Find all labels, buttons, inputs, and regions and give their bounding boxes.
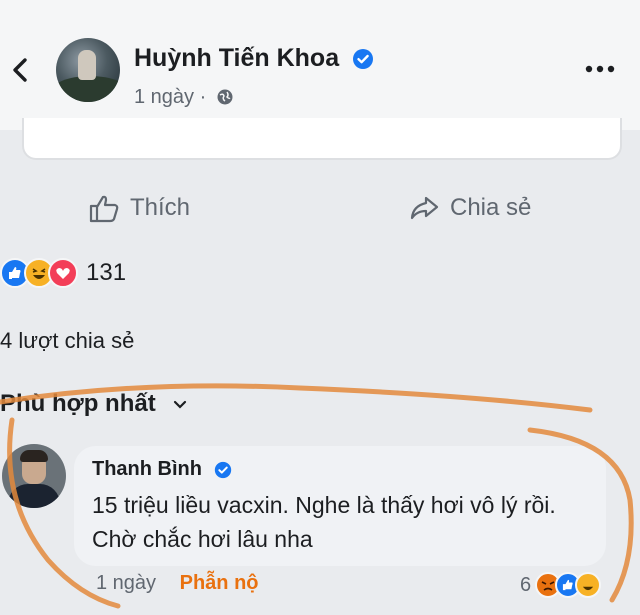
comment-meta: 1 ngày Phẫn nộ — [96, 572, 259, 595]
share-label[interactable]: Chia sẻ — [450, 194, 531, 222]
post-actions: Thích Chia sẻ — [0, 180, 640, 236]
post-reactions[interactable]: 131 — [0, 256, 126, 290]
comment-reaction-count: 6 — [520, 573, 532, 596]
globe-icon — [217, 89, 233, 105]
more-options-icon[interactable] — [585, 64, 615, 74]
back-arrow-icon[interactable] — [8, 56, 32, 84]
like-label[interactable]: Thích — [130, 194, 190, 222]
commenter[interactable]: Thanh Bình — [92, 458, 232, 481]
commenter-name[interactable]: Thanh Bình — [92, 458, 202, 480]
post-author[interactable]: Huỳnh Tiến Khoa — [134, 44, 374, 73]
post-content-card — [22, 118, 622, 160]
share-count[interactable]: 4 lượt chia sẻ — [0, 328, 134, 354]
love-reaction-icon — [48, 258, 78, 288]
comment-reaction-button[interactable]: Phẫn nộ — [180, 572, 259, 594]
haha-reaction-icon — [575, 572, 602, 598]
comment-time[interactable]: 1 ngày — [96, 572, 156, 594]
post-timestamp[interactable]: 1 ngày · — [134, 86, 234, 109]
verified-badge-icon — [214, 461, 231, 478]
comment-bubble: Thanh Bình 15 triệu liều vacxin. Nghe là… — [74, 446, 606, 566]
comment-sort-selector[interactable]: Phù hợp nhất — [0, 390, 188, 418]
share-button[interactable]: Chia sẻ — [408, 180, 531, 236]
post-header: Huỳnh Tiến Khoa 1 ngày · — [0, 0, 640, 130]
thumbs-up-icon — [89, 195, 119, 223]
like-button[interactable]: Thích — [88, 180, 190, 236]
share-arrow-icon — [410, 196, 439, 220]
chevron-down-icon — [174, 400, 187, 409]
reaction-count[interactable]: 131 — [86, 259, 126, 287]
comment-reactions[interactable]: 6 — [520, 572, 602, 598]
post-time-text[interactable]: 1 ngày · — [134, 86, 206, 108]
commenter-avatar[interactable] — [2, 444, 66, 508]
comment-text: 15 triệu liều vacxin. Nghe là thấy hơi v… — [92, 492, 556, 552]
author-avatar[interactable] — [56, 38, 120, 102]
verified-badge-icon — [353, 49, 374, 70]
post-author-name[interactable]: Huỳnh Tiến Khoa — [134, 44, 339, 72]
comment-sort-label[interactable]: Phù hợp nhất — [0, 390, 156, 417]
